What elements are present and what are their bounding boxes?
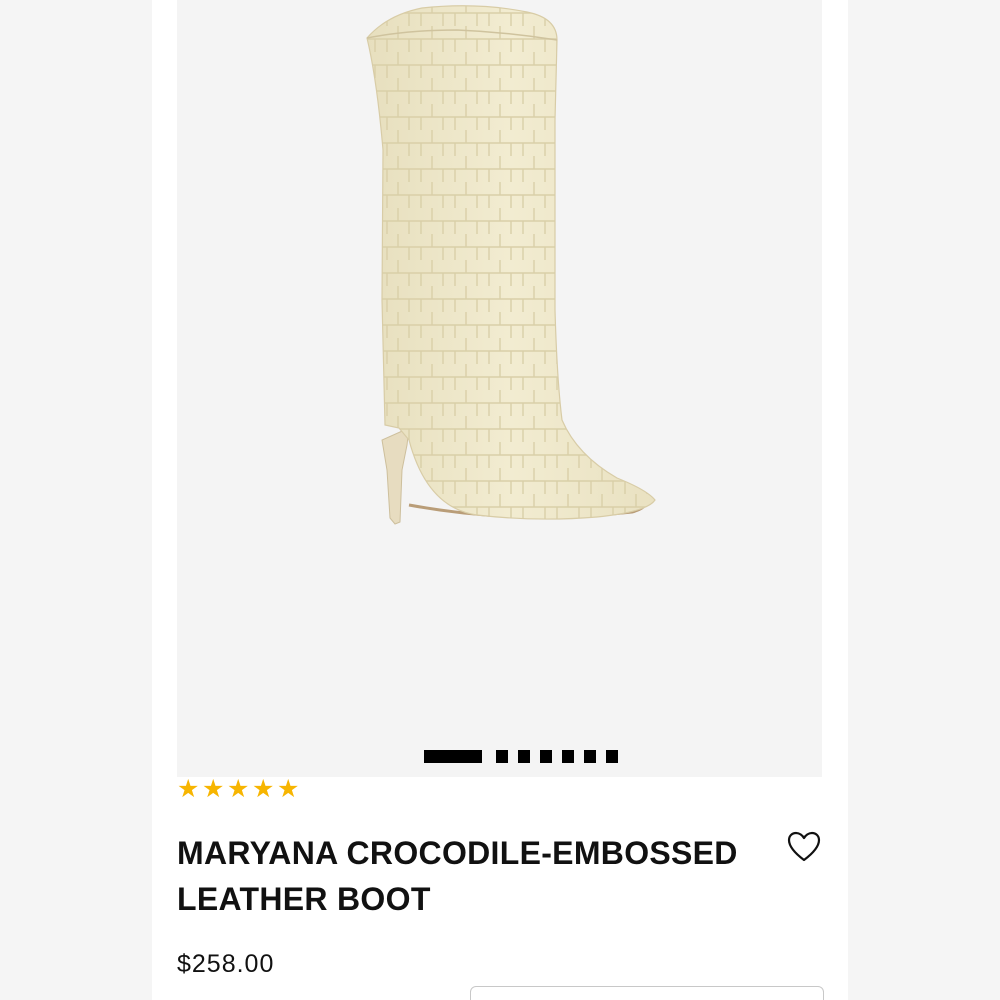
boot-image	[366, 5, 656, 525]
heart-outline-icon	[787, 831, 821, 862]
background-right	[848, 0, 1000, 1000]
rating-stars[interactable]: ★ ★ ★ ★ ★	[177, 774, 301, 803]
size-select[interactable]	[470, 986, 824, 1000]
product-price: $258.00	[177, 950, 275, 978]
wishlist-button[interactable]	[784, 827, 824, 867]
star-icon: ★	[177, 774, 200, 803]
gallery-dot[interactable]	[606, 749, 618, 763]
product-image-gallery[interactable]	[177, 0, 822, 777]
star-icon: ★	[227, 774, 250, 803]
star-icon: ★	[277, 774, 300, 803]
product-page: ★ ★ ★ ★ ★ MARYANA CROCODILE-EMBOSSED LEA…	[152, 0, 848, 1000]
gallery-dot[interactable]	[562, 749, 574, 763]
product-title: MARYANA CROCODILE-EMBOSSED LEATHER BOOT	[177, 835, 738, 917]
gallery-dot[interactable]	[518, 749, 530, 763]
gallery-dot-active[interactable]	[424, 749, 482, 763]
star-icon: ★	[252, 774, 275, 803]
background-left	[0, 0, 152, 1000]
gallery-dot[interactable]	[584, 749, 596, 763]
star-icon: ★	[202, 774, 225, 803]
gallery-pagination[interactable]	[424, 749, 618, 763]
gallery-dot[interactable]	[540, 749, 552, 763]
gallery-dot[interactable]	[496, 749, 508, 763]
